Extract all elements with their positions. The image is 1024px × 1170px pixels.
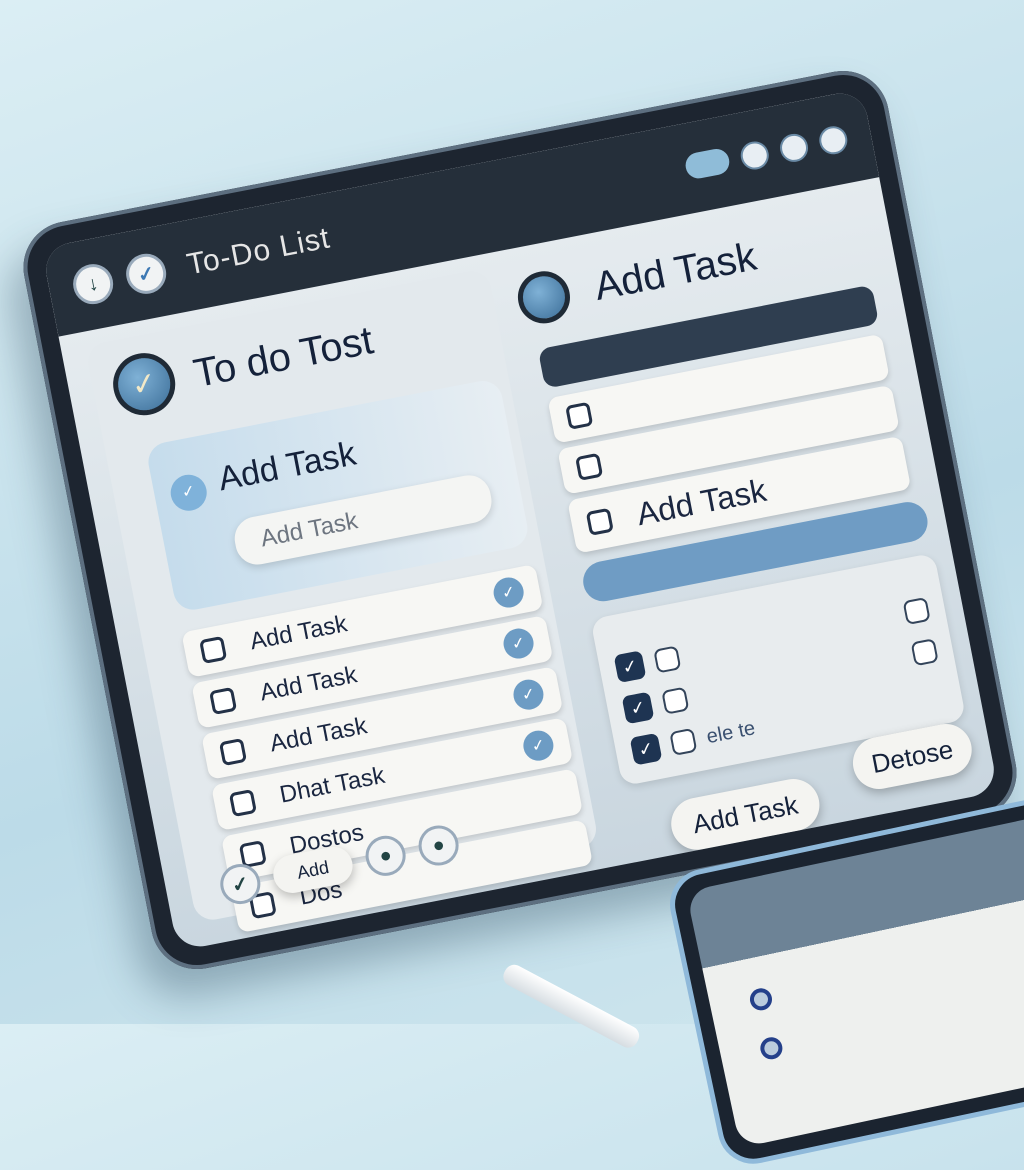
panel-heading: To do Tost bbox=[189, 317, 377, 396]
item-label: Add Task bbox=[633, 471, 770, 532]
check-icon: ✓ bbox=[107, 347, 181, 421]
row-label: ele te bbox=[704, 716, 757, 748]
add-task-button[interactable]: Add Task bbox=[666, 774, 824, 855]
radio-icon[interactable] bbox=[758, 1035, 785, 1062]
check-icon[interactable]: ✓ bbox=[500, 625, 537, 662]
item-label: Add Task bbox=[257, 661, 360, 707]
checkbox[interactable] bbox=[902, 596, 931, 626]
item-label: Add Task bbox=[267, 712, 370, 758]
phone-screen bbox=[685, 812, 1024, 1148]
option-button[interactable]: ● bbox=[415, 822, 463, 869]
check-icon[interactable]: ✓ bbox=[520, 728, 556, 764]
panel-heading: Add Task bbox=[590, 234, 760, 309]
item-label: Dhat Task bbox=[277, 761, 388, 809]
checkbox[interactable] bbox=[565, 401, 594, 430]
app-screen: ↓ ✓ To-Do List ✓ To do Tost ✓ Add Task A… bbox=[41, 88, 999, 952]
checkbox[interactable] bbox=[669, 727, 698, 756]
app-title: To-Do List bbox=[184, 221, 333, 282]
radio-icon[interactable] bbox=[747, 986, 775, 1013]
check-icon[interactable]: ✓ bbox=[122, 250, 170, 298]
checkbox[interactable] bbox=[199, 635, 228, 665]
check-icon[interactable]: ✓ bbox=[510, 677, 547, 713]
stylus bbox=[499, 961, 643, 1052]
toggle-button[interactable] bbox=[683, 146, 732, 181]
checkbox[interactable] bbox=[653, 645, 682, 674]
item-label: Add Task bbox=[247, 610, 350, 656]
check-icon[interactable]: ✓ bbox=[491, 574, 527, 611]
checkbox[interactable] bbox=[910, 638, 939, 667]
option-button[interactable]: ● bbox=[362, 832, 410, 880]
check-button[interactable]: ✓ bbox=[216, 860, 264, 908]
checkbox[interactable] bbox=[585, 507, 614, 536]
checkbox[interactable] bbox=[218, 737, 248, 767]
refresh-icon[interactable] bbox=[777, 131, 811, 165]
checkbox[interactable] bbox=[209, 686, 238, 716]
download-icon[interactable]: ↓ bbox=[69, 260, 117, 308]
checkbox-checked[interactable]: ✓ bbox=[629, 732, 663, 766]
checkbox[interactable] bbox=[228, 789, 257, 818]
checkbox-checked[interactable]: ✓ bbox=[621, 691, 655, 725]
card-title: Add Task bbox=[215, 434, 360, 499]
check-icon: ✓ bbox=[167, 471, 210, 514]
close-icon[interactable] bbox=[816, 123, 850, 157]
task-icon bbox=[513, 266, 575, 328]
settings-icon[interactable] bbox=[738, 139, 772, 172]
checkbox[interactable] bbox=[575, 452, 604, 481]
checkbox[interactable] bbox=[661, 686, 690, 715]
checkbox-checked[interactable]: ✓ bbox=[613, 650, 647, 684]
